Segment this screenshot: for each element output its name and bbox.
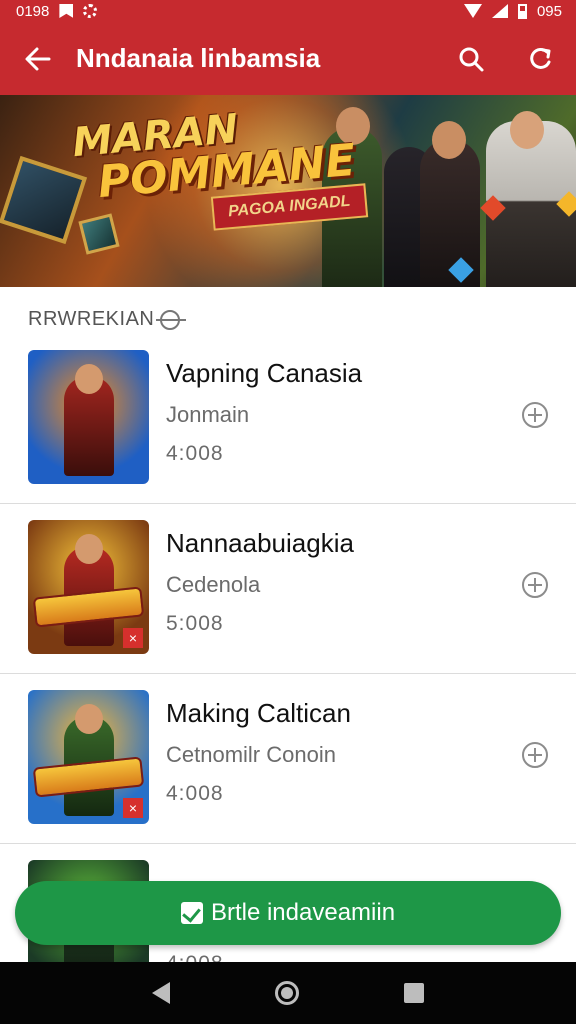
search-icon — [459, 47, 484, 71]
app-screen: 0198 095 Nndanaia linbamsia MARAN POMMAN… — [0, 0, 576, 1024]
game-thumbnail: × — [28, 690, 149, 824]
banner-hero-head — [510, 111, 544, 149]
game-thumbnail: × — [28, 520, 149, 654]
signal-icon — [491, 4, 508, 18]
search-button[interactable] — [436, 22, 506, 95]
checkbox-icon — [180, 902, 203, 924]
list-item[interactable]: × Making Caltican Cetnomilr Conoin 4:008 — [0, 674, 576, 844]
system-nav-bar — [0, 962, 576, 1024]
globe-icon — [156, 309, 187, 330]
refresh-icon — [530, 47, 551, 69]
nav-home-icon[interactable] — [274, 981, 299, 1005]
list-item[interactable]: × Nannaabuiagkia Cedenola 5:008 — [0, 504, 576, 674]
status-right: 095 — [463, 2, 562, 20]
close-badge-icon: × — [123, 798, 143, 818]
status-time: 0198 — [16, 2, 50, 20]
page-title: Nndanaia linbamsia — [76, 43, 321, 73]
wifi-icon — [463, 4, 482, 18]
banner-hero-figure — [420, 139, 480, 287]
thumbnail-head — [75, 364, 103, 394]
item-meta: 4:008 — [166, 442, 224, 465]
game-thumbnail — [28, 350, 149, 484]
primary-action-button[interactable]: Brtle indaveamiin — [15, 881, 561, 945]
arrow-left-icon — [25, 47, 51, 70]
battery-icon — [517, 3, 527, 19]
nav-back-icon[interactable] — [152, 982, 171, 1004]
close-badge-icon: × — [123, 628, 143, 648]
thumbnail-head — [75, 704, 103, 734]
settings-status-icon — [83, 4, 98, 18]
section-header: RRWREKIAN — [28, 308, 187, 331]
refresh-button[interactable] — [506, 22, 576, 95]
add-icon[interactable] — [522, 742, 548, 768]
section-label: RRWREKIAN — [28, 308, 155, 330]
item-subtitle: Cetnomilr Conoin — [166, 742, 336, 767]
primary-action-label: Brtle indaveamiin — [210, 899, 396, 926]
banner-hero-head — [432, 121, 466, 159]
item-subtitle: Cedenola — [166, 572, 261, 597]
battery-text: 095 — [536, 2, 562, 20]
back-button[interactable] — [0, 22, 76, 95]
item-meta: 4:008 — [166, 782, 224, 805]
status-left: 0198 — [16, 2, 98, 20]
app-bar: Nndanaia linbamsia — [0, 22, 576, 95]
nav-recents-icon[interactable] — [403, 983, 424, 1003]
status-bar: 0198 095 — [0, 0, 576, 22]
item-title: Vapning Canasia — [166, 358, 363, 388]
item-title: Making Caltican — [166, 698, 351, 728]
item-title: Nannaabuiagkia — [166, 528, 354, 558]
list-item[interactable]: Vapning Canasia Jonmain 4:008 — [0, 334, 576, 504]
notification-icon — [59, 4, 74, 18]
thumbnail-head — [75, 534, 103, 564]
add-icon[interactable] — [522, 402, 548, 428]
item-subtitle: Jonmain — [166, 402, 250, 427]
banner-cube-art-small — [78, 213, 120, 255]
add-icon[interactable] — [522, 572, 548, 598]
item-meta: 5:008 — [166, 612, 224, 635]
